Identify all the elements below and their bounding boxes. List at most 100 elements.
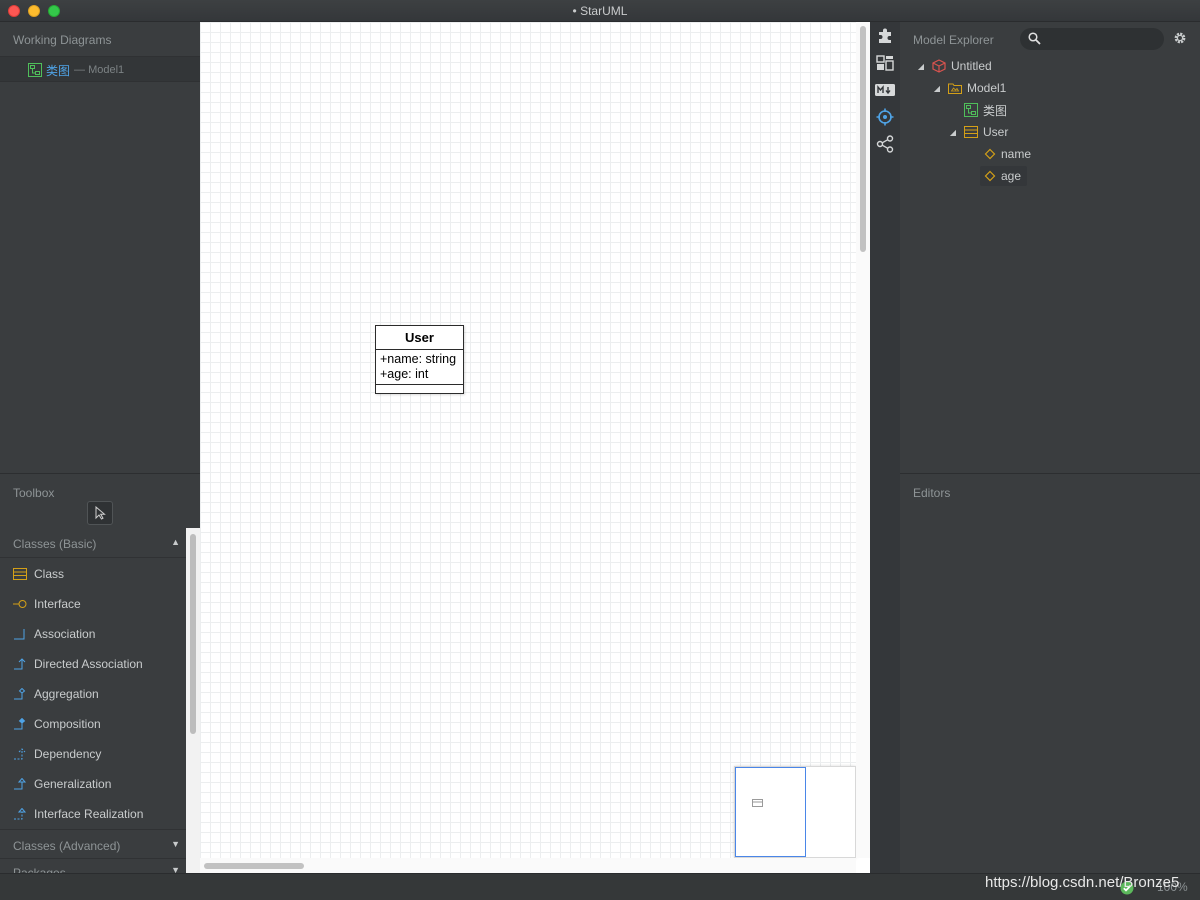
class-name[interactable]: User (376, 326, 463, 350)
canvas-grid (200, 22, 856, 858)
extension-icon (879, 28, 891, 43)
markdown-icon (875, 84, 895, 96)
tree-item-label: 类图 (983, 103, 1008, 118)
generalization-icon (14, 778, 27, 790)
working-diagrams-header: Working Diagrams (13, 33, 112, 47)
toolbox-item-label: Directed Association (34, 657, 143, 671)
canvas-vertical-scroll-thumb[interactable] (860, 26, 866, 252)
toolbox-item-label: Association (34, 627, 96, 641)
toolbox-item-dependency[interactable]: Dependency (0, 739, 186, 769)
class-icon (964, 126, 978, 138)
explorer-search-input[interactable] (1020, 28, 1164, 50)
class-diagram-icon (28, 63, 42, 77)
working-diagram-model: — Model1 (74, 64, 125, 76)
pointer-icon (95, 506, 106, 520)
working-diagram-name: 类图 (46, 63, 71, 78)
layout-button[interactable] (875, 53, 895, 73)
share-button[interactable] (875, 134, 895, 154)
model-explorer-panel: Model Explorer ◢ Untitled ◢ Model1 类图 ◢ … (900, 22, 1200, 472)
tree-toggle-icon[interactable]: ◢ (916, 62, 926, 71)
uml-class-user[interactable]: User +name: string +age: int (375, 325, 464, 394)
diagram-canvas[interactable]: User +name: string +age: int (200, 22, 870, 873)
toolbox-item-label: Aggregation (34, 687, 99, 701)
class-icon (13, 568, 27, 580)
tree-item-untitled[interactable]: ◢ Untitled (916, 56, 992, 76)
working-diagram-item[interactable]: 类图 — Model1 (28, 62, 124, 78)
toolbox-scrollbar[interactable] (186, 528, 200, 874)
markdown-button[interactable] (875, 80, 895, 100)
canvas-horizontal-scroll-thumb[interactable] (204, 863, 304, 869)
navigate-button[interactable] (875, 107, 895, 127)
editors-header: Editors (913, 486, 951, 500)
toolbox-item-interface-realization[interactable]: Interface Realization (0, 799, 186, 829)
tree-toggle-icon[interactable]: ◢ (932, 84, 942, 93)
collapse-arrow-icon: ▲ (171, 537, 180, 547)
minimap[interactable] (734, 766, 856, 858)
interface-icon (13, 600, 27, 608)
class-diagram-icon (964, 103, 978, 117)
pointer-tool-button[interactable] (87, 501, 113, 525)
toolbox-category-packages[interactable]: Packages ▼ (0, 860, 186, 874)
tree-item-label: Model1 (967, 81, 1007, 95)
minimap-diagram-icon (752, 799, 763, 807)
toolbox-item-composition[interactable]: Composition (0, 709, 186, 739)
category-label: Classes (Advanced) (13, 839, 121, 853)
toolbox-item-directed-association[interactable]: Directed Association (0, 649, 186, 679)
toolbox-item-class[interactable]: Class (0, 559, 186, 589)
tree-item-label: name (1001, 147, 1032, 161)
toolbox-item-aggregation[interactable]: Aggregation (0, 679, 186, 709)
toolbox-panel: Toolbox Classes (Basic) ▲ Class Interfac… (0, 473, 200, 874)
toolbox-item-interface[interactable]: Interface (0, 589, 186, 619)
status-bar: 100% https://blog.csdn.net/Bronze5 (0, 873, 1200, 900)
toolbox-item-label: Composition (34, 717, 101, 731)
toolbox-item-label: Interface (34, 597, 81, 611)
tree-item-model1[interactable]: ◢ Model1 (932, 78, 1006, 98)
model-icon (948, 83, 962, 94)
toolbox-item-label: Dependency (34, 747, 102, 761)
share-icon (876, 135, 894, 153)
side-toolbar (870, 22, 900, 873)
toolbox-category-classes-advanced[interactable]: Classes (Advanced) ▼ (0, 829, 186, 859)
class-attribute[interactable]: +name: string (380, 352, 463, 367)
class-attribute[interactable]: +age: int (380, 367, 463, 382)
toolbox-item-association[interactable]: Association (0, 619, 186, 649)
navigate-icon (876, 108, 894, 126)
attribute-icon (984, 148, 996, 160)
aggregation-icon (14, 688, 26, 700)
category-label: Classes (Basic) (13, 537, 97, 551)
canvas-horizontal-scrollbar[interactable] (200, 858, 856, 873)
toolbox-item-generalization[interactable]: Generalization (0, 769, 186, 799)
app-window: • StarUML Working Diagrams 类图 — Model1 T… (0, 0, 1200, 900)
dependency-icon (14, 748, 26, 760)
project-icon (932, 59, 946, 73)
class-attributes[interactable]: +name: string +age: int (376, 350, 463, 385)
window-title: • StarUML (572, 4, 628, 18)
gear-icon[interactable] (1173, 31, 1187, 45)
search-icon (1028, 32, 1041, 45)
tree-item-user[interactable]: ◢ User (948, 122, 1008, 142)
interface-realization-icon (14, 808, 27, 820)
tree-item-class-diagram[interactable]: 类图 (964, 100, 1007, 120)
tree-item-label: Untitled (951, 59, 992, 73)
minimap-viewport[interactable] (735, 767, 806, 857)
toolbox-category-classes-basic[interactable]: Classes (Basic) ▲ (0, 528, 186, 558)
watermark-text: https://blog.csdn.net/Bronze5 (985, 874, 1180, 891)
extensions-button[interactable] (875, 26, 895, 46)
tree-item-label: age (1001, 169, 1022, 183)
association-icon (14, 629, 25, 640)
working-diagrams-list: 类图 — Model1 (0, 56, 200, 82)
class-operations[interactable] (376, 385, 463, 393)
tree-item-attr-name[interactable]: name (984, 144, 1031, 164)
directed-association-icon (14, 658, 26, 670)
tree-toggle-icon[interactable]: ◢ (948, 128, 958, 137)
left-panel: Working Diagrams 类图 — Model1 Toolbox Cla… (0, 22, 200, 874)
attribute-icon (984, 170, 996, 182)
expand-arrow-icon: ▼ (171, 839, 180, 849)
toolbox-scroll-thumb[interactable] (190, 534, 196, 734)
tree-item-label: User (983, 125, 1009, 139)
canvas-vertical-scrollbar[interactable] (856, 22, 870, 858)
toolbox-item-label: Interface Realization (34, 807, 144, 821)
layout-icon (876, 55, 894, 71)
composition-icon (14, 718, 26, 730)
tree-item-attr-age[interactable]: age (980, 166, 1028, 186)
